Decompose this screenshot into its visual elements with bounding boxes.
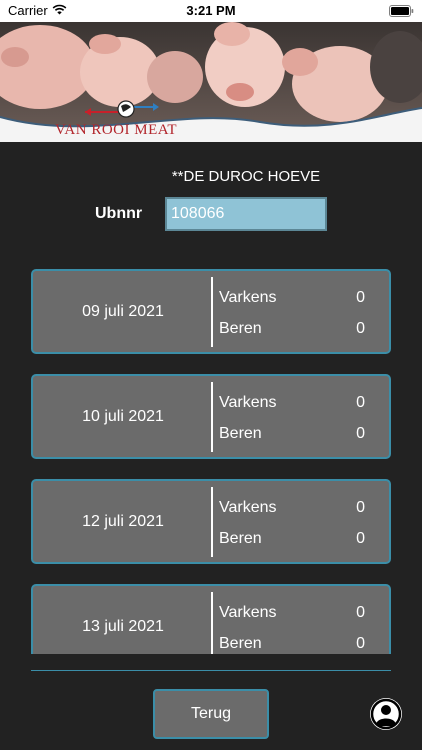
card-divider bbox=[211, 592, 213, 654]
card-divider bbox=[211, 487, 213, 557]
back-button[interactable]: Terug bbox=[153, 689, 269, 739]
delivery-card[interactable]: 10 juli 2021 Varkens 0 Beren 0 bbox=[31, 374, 391, 459]
delivery-list[interactable]: 09 juli 2021 Varkens 0 Beren 0 10 juli 2… bbox=[0, 262, 422, 654]
beren-label: Beren bbox=[219, 320, 262, 337]
beren-count: 0 bbox=[356, 635, 365, 652]
status-bar: Carrier 3:21 PM bbox=[0, 0, 422, 22]
farm-name: **DE DUROC HOEVE bbox=[171, 168, 321, 185]
header-banner: VAN ROOI MEAT bbox=[0, 22, 422, 142]
delivery-date: 12 juli 2021 bbox=[82, 513, 164, 530]
ubn-label: Ubnnr bbox=[95, 205, 143, 222]
varkens-count: 0 bbox=[356, 499, 365, 516]
varkens-label: Varkens bbox=[219, 289, 277, 306]
footer-divider bbox=[31, 670, 391, 671]
beren-label: Beren bbox=[219, 635, 262, 652]
varkens-count: 0 bbox=[356, 604, 365, 621]
varkens-count: 0 bbox=[356, 394, 365, 411]
varkens-label: Varkens bbox=[219, 499, 277, 516]
card-divider bbox=[211, 382, 213, 452]
ubn-input[interactable] bbox=[165, 197, 327, 231]
card-divider bbox=[211, 277, 213, 347]
delivery-card[interactable]: 09 juli 2021 Varkens 0 Beren 0 bbox=[31, 269, 391, 354]
delivery-date: 10 juli 2021 bbox=[82, 408, 164, 425]
beren-count: 0 bbox=[356, 425, 365, 442]
beren-label: Beren bbox=[219, 425, 262, 442]
user-circle-icon[interactable] bbox=[370, 698, 402, 730]
delivery-card[interactable]: 13 juli 2021 Varkens 0 Beren 0 bbox=[31, 584, 391, 654]
clock: 3:21 PM bbox=[186, 3, 236, 18]
delivery-date: 09 juli 2021 bbox=[82, 303, 164, 320]
beren-count: 0 bbox=[356, 530, 365, 547]
beren-label: Beren bbox=[219, 530, 262, 547]
delivery-date: 13 juli 2021 bbox=[82, 618, 164, 635]
varkens-label: Varkens bbox=[219, 394, 277, 411]
brand-name: VAN ROOI MEAT bbox=[55, 122, 178, 138]
varkens-label: Varkens bbox=[219, 604, 277, 621]
varkens-count: 0 bbox=[356, 289, 365, 306]
battery-icon bbox=[389, 5, 414, 17]
delivery-card[interactable]: 12 juli 2021 Varkens 0 Beren 0 bbox=[31, 479, 391, 564]
beren-count: 0 bbox=[356, 320, 365, 337]
